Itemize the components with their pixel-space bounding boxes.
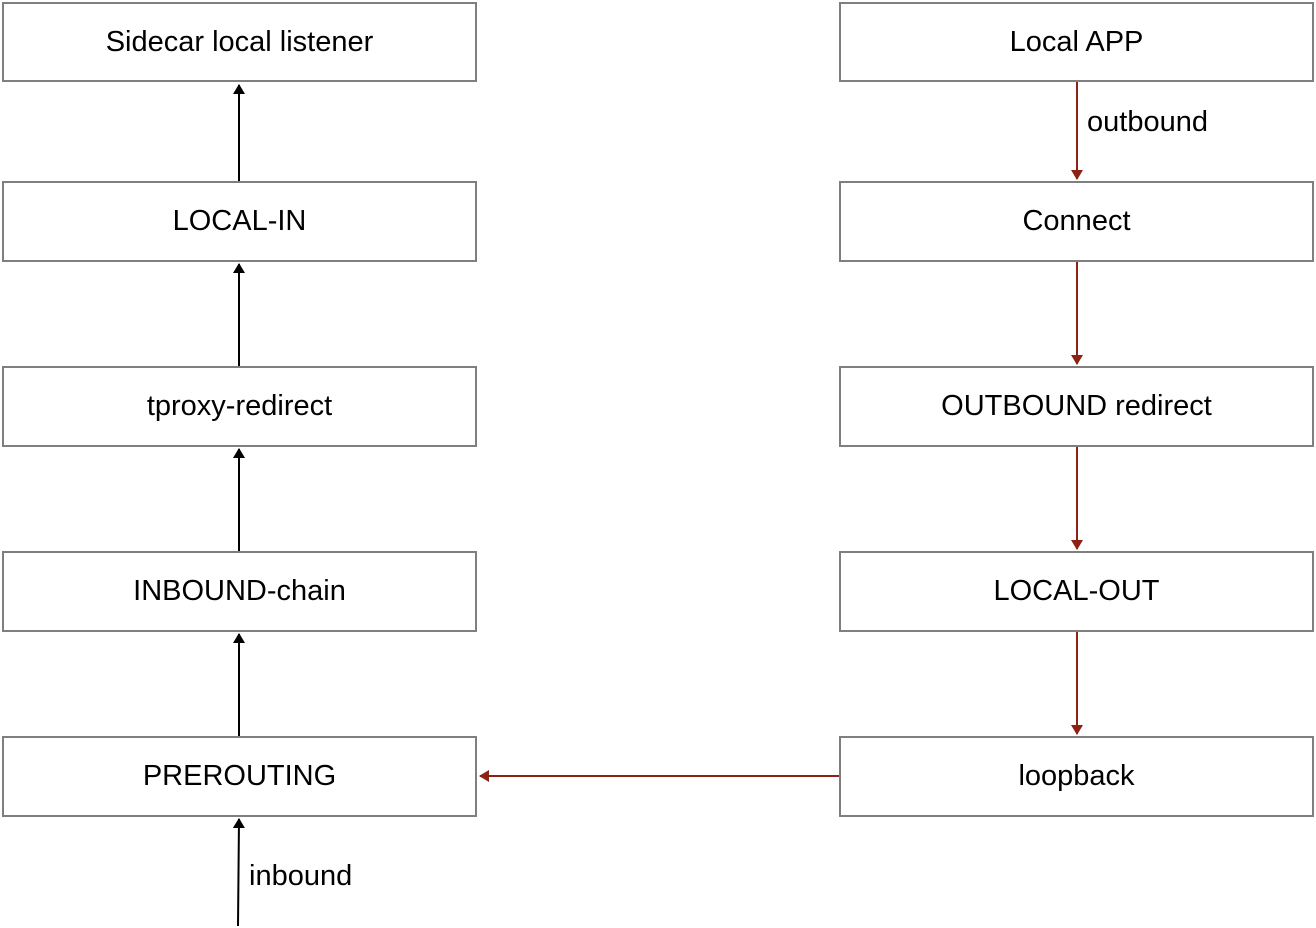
edge-label-outbound: outbound <box>1087 106 1208 138</box>
edges-layer <box>232 82 1083 927</box>
edge-inbound-entry-to-prerouting <box>232 818 245 927</box>
edge-label-inbound: inbound <box>249 860 353 892</box>
